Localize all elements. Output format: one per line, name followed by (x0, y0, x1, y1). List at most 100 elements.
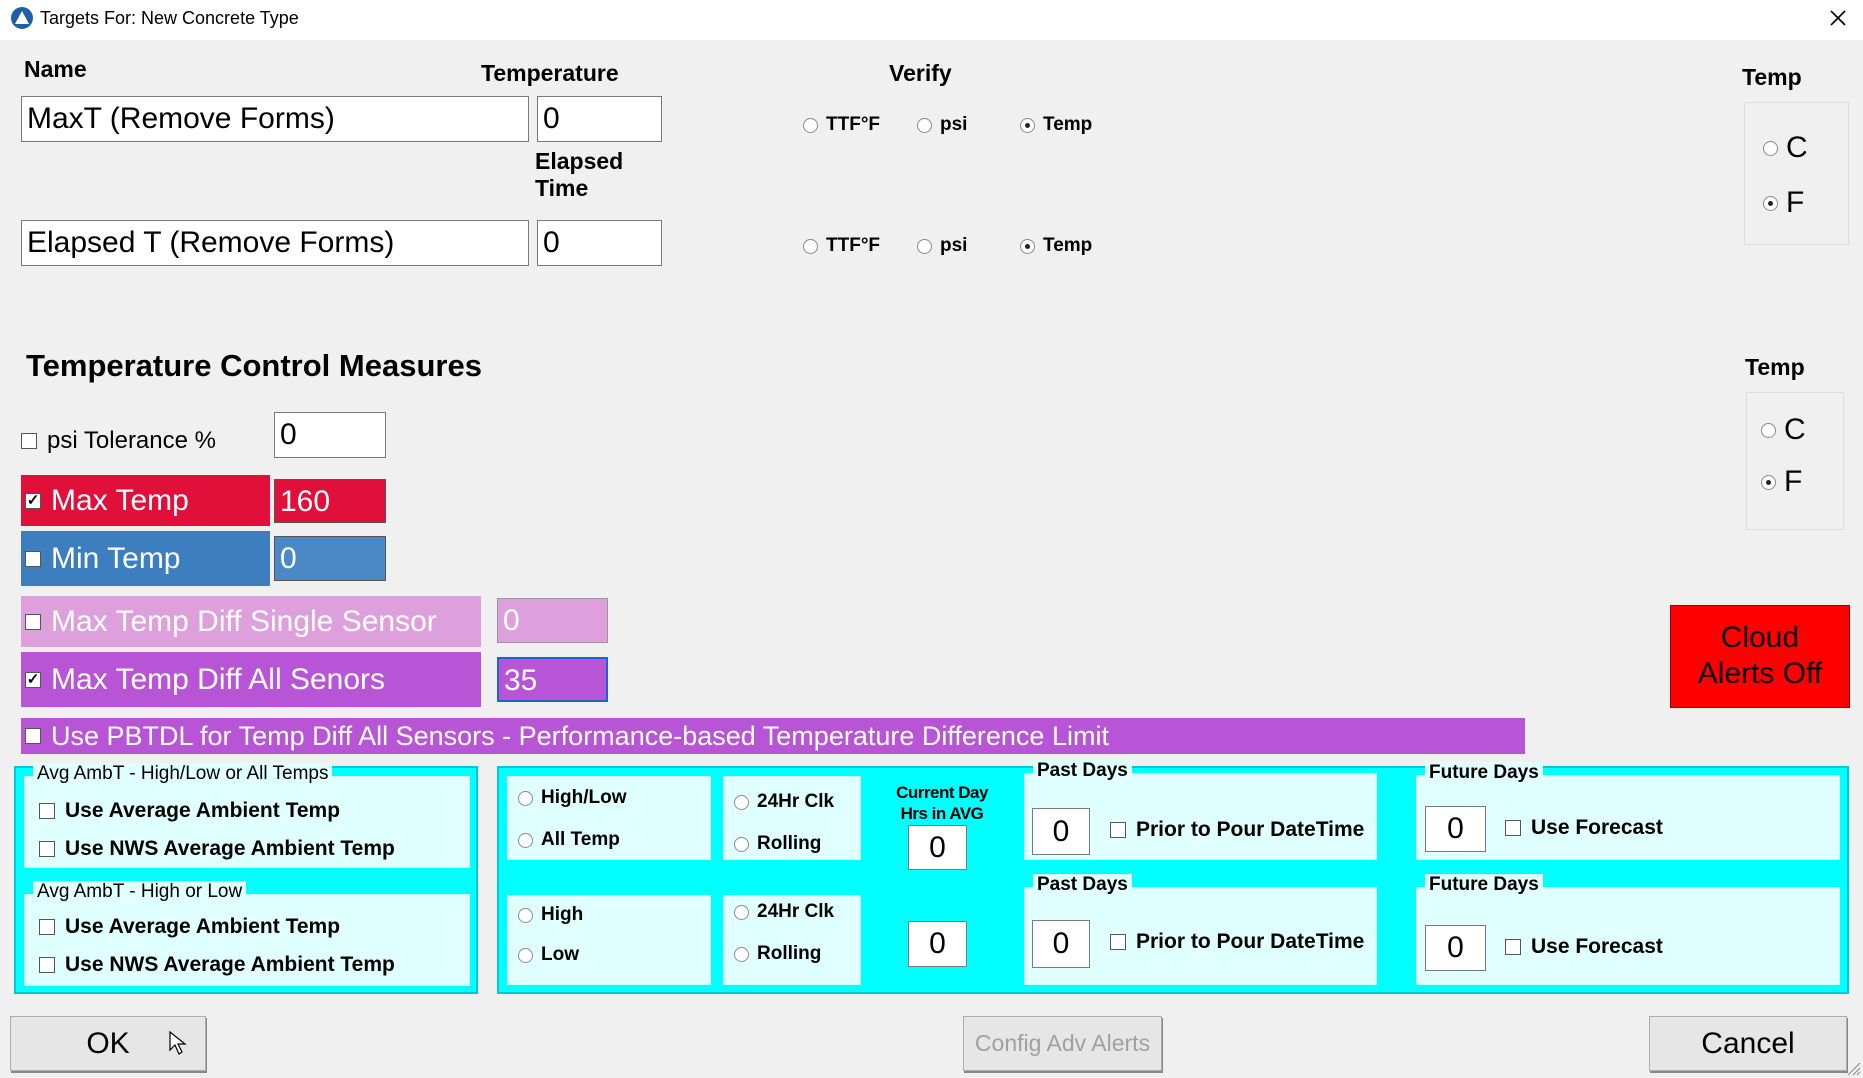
past-days-input-1[interactable]: 0 (1032, 808, 1090, 855)
cloud-alerts-button[interactable]: Cloud Alerts Off (1670, 605, 1850, 708)
group-title: Past Days (1033, 760, 1132, 782)
radio-label: F (1784, 465, 1803, 498)
checkbox-label: Max Temp Diff Single Sensor (51, 604, 437, 638)
radio-label: Temp (1043, 235, 1093, 256)
temp2-f-radio[interactable]: F (1761, 465, 1802, 499)
use-forecast-checkbox-1[interactable]: Use Forecast (1505, 816, 1663, 840)
target-value-input-1[interactable]: 0 (537, 96, 662, 142)
temp2-c-radio[interactable]: C (1761, 413, 1806, 447)
high-radio[interactable]: High (518, 904, 583, 926)
radio-label: Low (541, 944, 579, 965)
future-days-input-1[interactable]: 0 (1425, 806, 1486, 852)
checkbox-label: Max Temp Diff All Senors (51, 662, 386, 696)
checkbox-checked-icon: ✓ (25, 491, 41, 509)
checkbox-label: Use Forecast (1531, 935, 1663, 958)
verify-temp-radio-1[interactable]: Temp (1020, 114, 1092, 136)
group-title: Avg AmbT - High/Low or All Temps (33, 763, 333, 785)
verify-label: Verify (889, 60, 952, 86)
future-days-group-1: Future Days 0 Use Forecast (1416, 762, 1840, 860)
resize-grip-icon[interactable] (1845, 1060, 1861, 1076)
max-temp-diff-single-checkbox[interactable]: Max Temp Diff Single Sensor (21, 596, 481, 647)
all-temp-radio[interactable]: All Temp (518, 829, 620, 851)
section-heading: Temperature Control Measures (26, 348, 482, 383)
radio-icon (1761, 422, 1776, 438)
checkbox-label: Min Temp (51, 541, 181, 575)
verify-ttf-radio-2[interactable]: TTF°F (803, 235, 880, 257)
temp-unit-group: C F (1744, 102, 1849, 245)
past-days-input-2[interactable]: 0 (1032, 920, 1090, 968)
use-avg-ambient-checkbox-2[interactable]: Use Average Ambient Temp (39, 915, 340, 939)
current-day-hrs-input-2[interactable]: 0 (908, 921, 967, 967)
radio-label: High (541, 904, 584, 925)
radio-icon (734, 836, 749, 852)
low-radio[interactable]: Low (518, 944, 579, 966)
target-name-input-2[interactable]: Elapsed T (Remove Forms) (21, 220, 529, 266)
clock-group-1: 24Hr Clk Rolling (723, 776, 861, 860)
use-forecast-checkbox-2[interactable]: Use Forecast (1505, 935, 1663, 959)
psi-tolerance-input[interactable]: 0 (274, 412, 386, 458)
temperature-label: Temperature (481, 60, 619, 86)
current-day-hrs-input-1[interactable]: 0 (908, 825, 967, 870)
radio-icon (734, 946, 749, 962)
max-temp-diff-single-input[interactable]: 0 (497, 598, 608, 643)
radio-label: F (1786, 186, 1805, 219)
future-days-input-2[interactable]: 0 (1425, 925, 1486, 971)
verify-ttf-radio-1[interactable]: TTF°F (803, 114, 880, 136)
radio-icon (518, 790, 533, 806)
use-nws-ambient-checkbox-1[interactable]: Use NWS Average Ambient Temp (39, 837, 395, 861)
name-label: Name (24, 56, 87, 82)
radio-label: C (1784, 413, 1806, 446)
use-nws-ambient-checkbox-2[interactable]: Use NWS Average Ambient Temp (39, 953, 395, 977)
cancel-button[interactable]: Cancel (1649, 1016, 1847, 1071)
min-temp-checkbox[interactable]: Min Temp (21, 531, 270, 586)
rolling-radio-2[interactable]: Rolling (734, 943, 821, 965)
rolling-radio-1[interactable]: Rolling (734, 833, 821, 855)
radio-selected-icon (1020, 117, 1035, 133)
temp-f-radio[interactable]: F (1763, 186, 1804, 220)
checkbox-icon (39, 919, 55, 935)
verify-temp-radio-2[interactable]: Temp (1020, 235, 1092, 257)
radio-label: 24Hr Clk (757, 791, 835, 812)
label-line: Hrs in AVG (900, 804, 984, 823)
temp-unit-label-2: Temp (1745, 354, 1805, 380)
high-low-radio[interactable]: High/Low (518, 787, 626, 809)
button-label: Cancel (1701, 1026, 1795, 1060)
checkbox-label: Prior to Pour DateTime (1136, 930, 1365, 953)
24hr-clk-radio-2[interactable]: 24Hr Clk (734, 901, 834, 923)
radio-label: psi (940, 235, 968, 256)
radio-selected-icon (1763, 195, 1778, 211)
verify-psi-radio-2[interactable]: psi (917, 235, 967, 257)
mode-group-1: High/Low All Temp (507, 776, 711, 860)
temp-unit-group-2: C F (1746, 392, 1844, 530)
min-temp-input[interactable]: 0 (274, 536, 386, 581)
close-icon[interactable] (1828, 8, 1848, 28)
max-temp-diff-all-checkbox[interactable]: ✓ Max Temp Diff All Senors (21, 652, 481, 707)
config-adv-alerts-button[interactable]: Config Adv Alerts (963, 1016, 1162, 1071)
psi-tolerance-checkbox[interactable]: psi Tolerance % (21, 427, 216, 455)
use-avg-ambient-checkbox-1[interactable]: Use Average Ambient Temp (39, 799, 340, 823)
radio-icon (917, 117, 932, 133)
radio-selected-icon (1020, 238, 1035, 254)
max-temp-checkbox[interactable]: ✓ Max Temp (21, 475, 270, 526)
ambient-left-panel: Avg AmbT - High/Low or All Temps Use Ave… (14, 763, 478, 994)
elapsed-time-label: Time (535, 175, 589, 201)
verify-psi-radio-1[interactable]: psi (917, 114, 967, 136)
temp-unit-label: Temp (1742, 64, 1802, 90)
radio-label: High/Low (541, 787, 627, 808)
max-temp-diff-all-input[interactable]: 35 (497, 657, 608, 702)
past-days-group-2: Past Days 0 Prior to Pour DateTime (1024, 874, 1377, 985)
pbtdl-checkbox[interactable]: Use PBTDL for Temp Diff All Sensors - Pe… (21, 718, 1525, 754)
radio-icon (917, 238, 932, 254)
checkbox-label: Use Average Ambient Temp (65, 799, 341, 822)
radio-label: Temp (1043, 114, 1093, 135)
target-name-input-1[interactable]: MaxT (Remove Forms) (21, 96, 529, 142)
checkbox-icon (25, 550, 41, 567)
prior-to-pour-checkbox-1[interactable]: Prior to Pour DateTime (1110, 818, 1364, 842)
prior-to-pour-checkbox-2[interactable]: Prior to Pour DateTime (1110, 930, 1364, 954)
temp-c-radio[interactable]: C (1763, 131, 1808, 165)
24hr-clk-radio-1[interactable]: 24Hr Clk (734, 791, 834, 813)
target-value-input-2[interactable]: 0 (537, 220, 662, 266)
title-bar: Targets For: New Concrete Type (0, 0, 1863, 40)
checkbox-icon (39, 803, 55, 819)
max-temp-input[interactable]: 160 (274, 479, 386, 523)
